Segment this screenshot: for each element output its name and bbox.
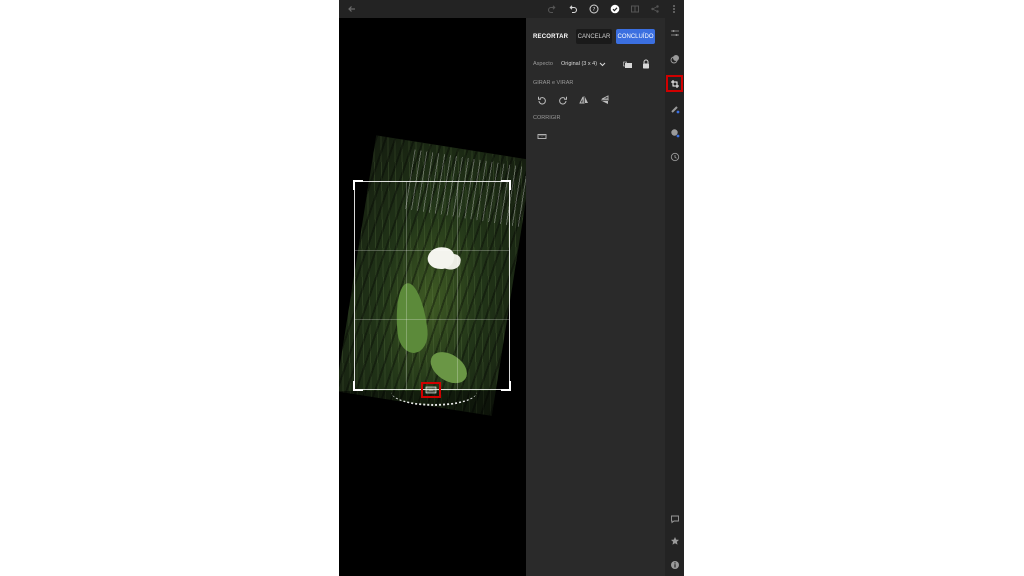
adjust-sliders-icon[interactable] (668, 26, 681, 39)
straighten-tool-icon[interactable] (536, 130, 548, 142)
cancel-button[interactable]: CANCELAR (576, 29, 612, 44)
photo-canvas[interactable] (339, 18, 526, 576)
flip-vertical-icon[interactable] (599, 94, 611, 106)
crop-corner-handle[interactable] (501, 381, 511, 391)
crop-frame[interactable] (353, 180, 511, 391)
help-icon[interactable]: ? (587, 2, 601, 16)
info-icon[interactable] (668, 558, 681, 571)
lock-icon[interactable] (640, 58, 652, 70)
history-icon[interactable] (668, 150, 681, 163)
panel-title: RECORTAR (533, 34, 569, 40)
crop-panel: RECORTAR CANCELAR CONCLUÍDO Aspecto Orig… (526, 18, 665, 576)
star-icon[interactable] (668, 534, 681, 547)
crop-corner-handle[interactable] (353, 180, 363, 190)
tool-rail (665, 18, 684, 576)
done-button[interactable]: CONCLUÍDO (616, 29, 655, 44)
aspect-value: Original (3 x 4) (561, 61, 598, 67)
presets-icon[interactable] (668, 52, 681, 65)
flip-horizontal-icon[interactable] (578, 94, 590, 106)
crop-rotate-icon[interactable] (666, 75, 683, 92)
undo-icon[interactable] (566, 2, 580, 16)
app-window: ? RECORTAR CANCELAR CONCLUÍDO Aspecto Or… (339, 0, 684, 576)
rotate-left-icon[interactable] (536, 94, 548, 106)
rotate-handle[interactable] (421, 382, 441, 398)
crop-corner-handle[interactable] (501, 180, 511, 190)
more-vertical-icon[interactable] (667, 2, 681, 16)
rotate-flip-label: GIRAR e VIRAR (533, 80, 574, 86)
top-toolbar: ? (339, 0, 684, 18)
aspect-orientation-icon[interactable] (622, 59, 634, 71)
chevron-down-icon (599, 62, 606, 66)
rotate-right-icon[interactable] (557, 94, 569, 106)
share-icon[interactable] (648, 2, 662, 16)
rotate-handle-icon (425, 386, 437, 394)
svg-text:?: ? (593, 7, 596, 13)
compare-icon[interactable] (628, 2, 642, 16)
crop-corner-handle[interactable] (353, 381, 363, 391)
selective-icon[interactable] (668, 126, 681, 139)
comment-icon[interactable] (668, 512, 681, 525)
correct-label: CORRIGIR (533, 115, 561, 121)
healing-brush-icon[interactable] (668, 102, 681, 115)
redo-icon[interactable] (545, 2, 559, 16)
aspect-label: Aspecto (533, 61, 553, 67)
back-arrow-icon[interactable] (345, 2, 359, 16)
aspect-dropdown[interactable]: Original (3 x 4) (561, 61, 606, 67)
check-circle-icon[interactable] (608, 2, 622, 16)
